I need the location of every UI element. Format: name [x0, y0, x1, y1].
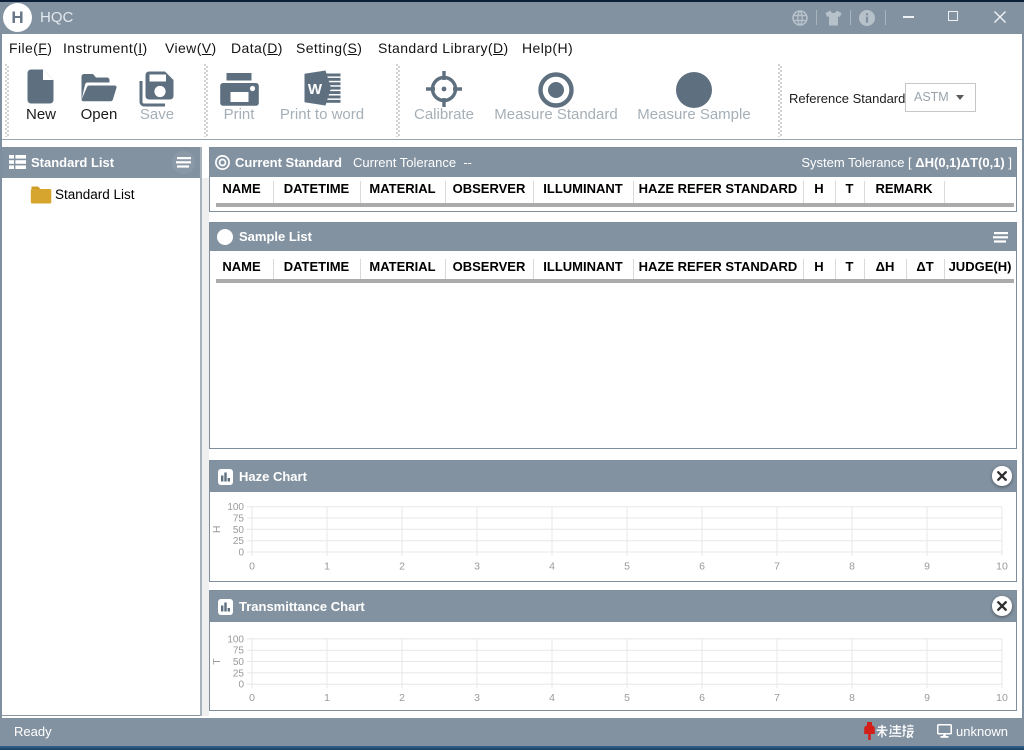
svg-text:9: 9	[924, 561, 930, 573]
svg-text:50: 50	[233, 525, 245, 536]
svg-text:T: T	[211, 658, 223, 665]
svg-text:6: 6	[699, 692, 705, 704]
svg-text:3: 3	[474, 561, 480, 573]
svg-text:7: 7	[774, 692, 780, 704]
svg-text:50: 50	[233, 657, 245, 668]
svg-text:100: 100	[227, 502, 244, 513]
svg-text:0: 0	[249, 692, 255, 704]
svg-text:3: 3	[474, 692, 480, 704]
svg-text:5: 5	[624, 692, 630, 704]
svg-text:25: 25	[233, 668, 245, 679]
svg-text:0: 0	[249, 561, 255, 573]
svg-text:75: 75	[233, 514, 245, 525]
svg-text:W: W	[308, 81, 323, 98]
svg-text:10: 10	[996, 561, 1008, 573]
svg-text:2: 2	[399, 561, 405, 573]
svg-text:75: 75	[233, 646, 245, 657]
svg-text:9: 9	[924, 692, 930, 704]
svg-text:10: 10	[996, 692, 1008, 704]
svg-text:0: 0	[238, 548, 244, 559]
svg-text:2: 2	[399, 692, 405, 704]
svg-text:7: 7	[774, 561, 780, 573]
svg-text:5: 5	[624, 561, 630, 573]
svg-text:6: 6	[699, 561, 705, 573]
svg-text:1: 1	[324, 561, 330, 573]
svg-text:8: 8	[849, 561, 855, 573]
svg-text:100: 100	[227, 634, 244, 645]
svg-text:H: H	[211, 526, 223, 534]
svg-text:8: 8	[849, 692, 855, 704]
svg-text:4: 4	[549, 692, 555, 704]
svg-text:4: 4	[549, 561, 555, 573]
svg-text:1: 1	[324, 692, 330, 704]
svg-text:0: 0	[238, 680, 244, 691]
svg-text:25: 25	[233, 536, 245, 547]
